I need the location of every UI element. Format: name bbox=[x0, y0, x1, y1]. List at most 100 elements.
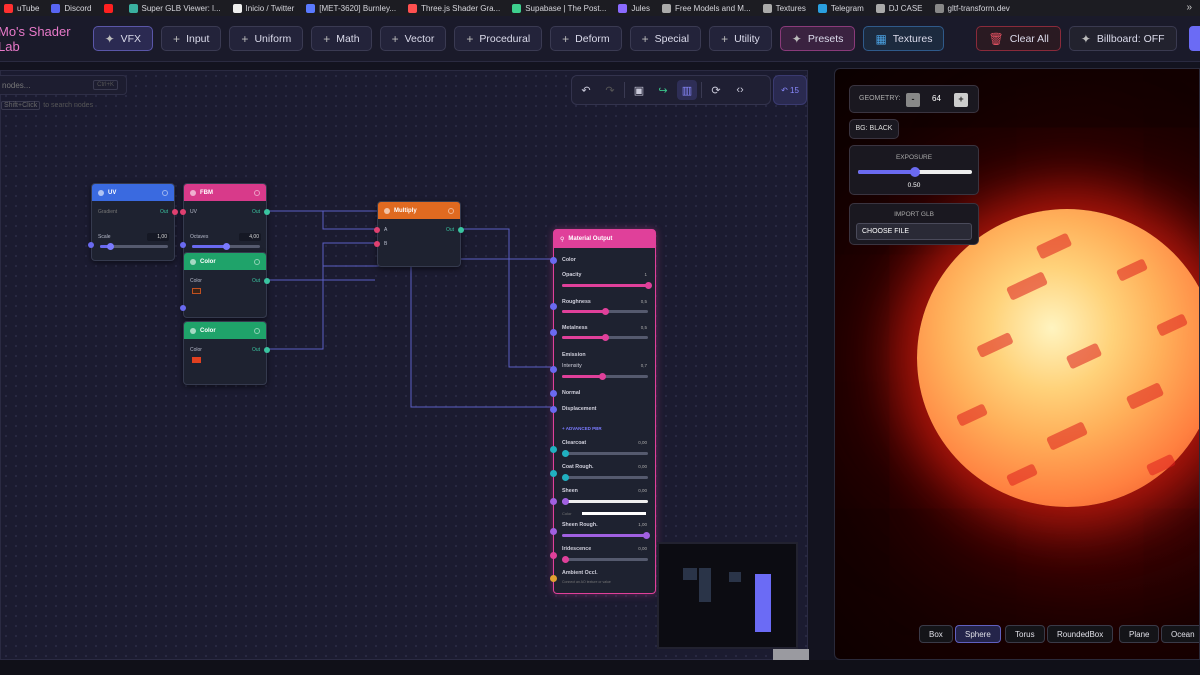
shape-button-torus[interactable]: Torus bbox=[1005, 625, 1045, 643]
geometry-plus-button[interactable]: + bbox=[954, 93, 968, 107]
uv-scale-port[interactable] bbox=[88, 242, 94, 248]
sheen-port[interactable] bbox=[550, 498, 557, 505]
bookmark-item[interactable]: Jules bbox=[614, 3, 658, 13]
slider-knob[interactable] bbox=[562, 450, 569, 457]
overflow-button[interactable] bbox=[1188, 26, 1200, 51]
color-out-port[interactable] bbox=[264, 347, 270, 353]
choose-file-button[interactable]: CHOOSE FILE bbox=[856, 223, 972, 240]
procedural-button[interactable]: + Procedural bbox=[454, 26, 543, 51]
color-swatch[interactable] bbox=[192, 288, 201, 294]
exposure-slider[interactable] bbox=[858, 167, 972, 177]
metalness-port[interactable] bbox=[550, 329, 557, 336]
bg-toggle-button[interactable]: BG: BLACK bbox=[849, 119, 899, 139]
uv-out-port[interactable] bbox=[172, 209, 178, 215]
billboard-button[interactable]: ✦ Billboard: OFF bbox=[1068, 26, 1177, 51]
slider-knob[interactable] bbox=[562, 556, 569, 563]
slider-knob[interactable] bbox=[910, 167, 920, 177]
node-collapse-icon[interactable] bbox=[254, 258, 260, 265]
sheen-slider[interactable] bbox=[562, 498, 648, 505]
sheen-rough-slider[interactable] bbox=[562, 532, 650, 539]
ao-port[interactable] bbox=[550, 575, 557, 582]
fbm-uv-port[interactable] bbox=[180, 209, 186, 215]
minimap-viewport[interactable] bbox=[755, 574, 771, 632]
vector-button[interactable]: + Vector bbox=[379, 26, 447, 51]
bookmark-item[interactable]: Supabase | The Post... bbox=[508, 3, 614, 13]
uv-scale-slider[interactable] bbox=[100, 243, 168, 250]
utility-button[interactable]: + Utility bbox=[709, 26, 772, 51]
color-port[interactable] bbox=[550, 257, 557, 264]
slider-knob[interactable] bbox=[643, 532, 650, 539]
shape-button-sphere[interactable]: Sphere bbox=[955, 625, 1001, 643]
input-button[interactable]: + Input bbox=[161, 26, 222, 51]
geometry-minus-button[interactable]: - bbox=[906, 93, 920, 107]
presets-button[interactable]: ✦ Presets bbox=[779, 26, 856, 51]
bookmark-item[interactable]: gltf-transform.dev bbox=[931, 3, 1018, 13]
multiply-a-port[interactable] bbox=[374, 227, 380, 233]
fbm-out-port[interactable] bbox=[264, 209, 270, 215]
normal-port[interactable] bbox=[550, 390, 557, 397]
roughness-port[interactable] bbox=[550, 303, 557, 310]
slider-knob[interactable] bbox=[106, 243, 114, 250]
node-collapse-icon[interactable] bbox=[254, 327, 260, 334]
bookmark-item[interactable]: DJ CASE bbox=[872, 3, 931, 13]
uv-node[interactable]: UV Gradient Out Scale 1,00 bbox=[88, 183, 178, 261]
iridescence-port[interactable] bbox=[550, 552, 557, 559]
displacement-port[interactable] bbox=[550, 406, 557, 413]
opacity-slider[interactable] bbox=[562, 282, 652, 289]
bookmark-item[interactable]: Telegram bbox=[814, 3, 872, 13]
multiply-out-port[interactable] bbox=[458, 227, 464, 233]
sheen-rough-port[interactable] bbox=[550, 528, 557, 535]
slider-knob[interactable] bbox=[602, 308, 609, 315]
coat-rough-port[interactable] bbox=[550, 470, 557, 477]
special-button[interactable]: + Special bbox=[629, 26, 702, 51]
slider-knob[interactable] bbox=[562, 498, 569, 505]
bookmark-item[interactable]: Discord bbox=[47, 3, 99, 13]
sheen-color-swatch[interactable] bbox=[582, 512, 646, 515]
node-collapse-icon[interactable] bbox=[254, 189, 260, 196]
minimap[interactable] bbox=[657, 542, 798, 649]
vfx-button[interactable]: ✦ VFX bbox=[92, 26, 154, 51]
fbm-octaves-port[interactable] bbox=[180, 242, 186, 248]
node-collapse-icon[interactable] bbox=[448, 207, 454, 214]
bookmark-item[interactable]: Super GLB Viewer: l... bbox=[125, 3, 229, 13]
sphere-preview[interactable] bbox=[917, 209, 1199, 507]
fbm-octaves-value[interactable]: 4,00 bbox=[239, 233, 261, 241]
textures-button[interactable]: ▦ Textures bbox=[863, 26, 945, 51]
shape-button-roundedbox[interactable]: RoundedBox bbox=[1047, 625, 1114, 643]
advanced-pbr-toggle[interactable]: + ADVANCED PBR bbox=[562, 426, 602, 431]
uniform-button[interactable]: + Uniform bbox=[229, 26, 304, 51]
emission-port[interactable] bbox=[550, 366, 557, 373]
uv-scale-value[interactable]: 1,00 bbox=[147, 233, 169, 241]
bookmarks-overflow-icon[interactable]: » bbox=[1186, 2, 1192, 13]
math-button[interactable]: + Math bbox=[311, 26, 372, 51]
bookmark-item[interactable]: uTube bbox=[0, 3, 47, 13]
node-canvas[interactable]: nodes... Ctrl+K Shift+Click to search nod… bbox=[0, 70, 809, 661]
fbm-node[interactable]: FBM UV Out Octaves 4,00 bbox=[180, 183, 270, 259]
multiply-b-port[interactable] bbox=[374, 241, 380, 247]
bookmark-item[interactable]: Inicio / Twitter bbox=[229, 3, 303, 13]
preview-panel[interactable]: GEOMETRY: - 64 + BG: BLACK EXPOSURE 0.50… bbox=[834, 68, 1200, 660]
bookmark-item[interactable]: [MET-3620] Burnley... bbox=[302, 3, 404, 13]
color-node-2[interactable]: Color Color Out bbox=[183, 321, 270, 385]
bookmark-item[interactable]: Textures bbox=[759, 3, 814, 13]
bookmark-item[interactable]: Free Models and M... bbox=[658, 3, 759, 13]
bookmark-item[interactable]: Three.js Shader Gra... bbox=[404, 3, 508, 13]
bookmark-item[interactable] bbox=[100, 3, 125, 13]
clearcoat-slider[interactable] bbox=[562, 450, 648, 457]
color-swatch[interactable] bbox=[192, 357, 201, 363]
iridescence-slider[interactable] bbox=[562, 556, 648, 563]
clear-all-button[interactable]: 🗑 Clear All bbox=[976, 26, 1061, 51]
shape-button-box[interactable]: Box bbox=[919, 625, 953, 643]
roughness-slider[interactable] bbox=[562, 308, 648, 315]
material-output-node[interactable]: ⚲ Material Output Color Opacity 1 Roughne… bbox=[550, 229, 656, 594]
shape-button-plane[interactable]: Plane bbox=[1119, 625, 1160, 643]
slider-knob[interactable] bbox=[645, 282, 652, 289]
clearcoat-port[interactable] bbox=[550, 446, 557, 453]
intensity-slider[interactable] bbox=[562, 373, 648, 380]
color-out-port[interactable] bbox=[264, 278, 270, 284]
fbm-octaves-slider[interactable] bbox=[192, 243, 260, 250]
slider-knob[interactable] bbox=[602, 334, 609, 341]
slider-knob[interactable] bbox=[562, 474, 569, 481]
color-node-1[interactable]: Color Color Out bbox=[180, 252, 270, 318]
shape-button-ocean[interactable]: Ocean bbox=[1161, 625, 1199, 643]
